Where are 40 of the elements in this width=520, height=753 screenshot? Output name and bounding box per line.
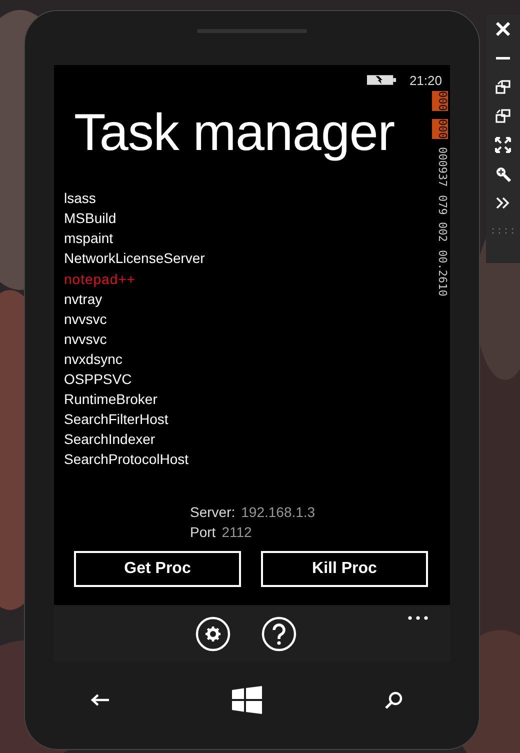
action-button[interactable]: Get Proc <box>74 550 241 586</box>
windows-logo-icon[interactable] <box>232 686 262 714</box>
page-title: Task manager <box>74 105 396 162</box>
process-item[interactable]: mspaint <box>64 228 432 248</box>
process-item[interactable]: RuntimeBroker <box>64 389 432 410</box>
fit-screen-icon[interactable] <box>495 137 511 153</box>
battery-icon <box>366 73 398 87</box>
process-item[interactable]: NetworkLicenseServer <box>64 248 432 269</box>
frame-counter: 002 <box>435 222 448 242</box>
back-icon[interactable] <box>90 692 110 708</box>
frame-counter: 000 <box>432 118 448 139</box>
server-label: Server: <box>190 504 236 520</box>
process-item[interactable]: lsass <box>64 188 432 208</box>
process-item[interactable]: nvvsvc <box>64 328 432 349</box>
status-time: 21:20 <box>409 72 442 88</box>
port-label: Port <box>190 524 216 540</box>
process-item[interactable]: SearchProtocolHost <box>64 449 432 470</box>
process-item[interactable]: nvtray <box>64 288 432 309</box>
more-icon[interactable] <box>408 616 428 620</box>
process-item[interactable]: MSBuild <box>64 208 432 228</box>
process-item[interactable]: nvvsvc <box>64 308 432 329</box>
server-address: 192.168.1.3 <box>241 504 316 520</box>
frame-counter: 00.2610 <box>435 250 448 297</box>
search-icon[interactable] <box>384 690 404 710</box>
settings-icon[interactable] <box>195 616 231 652</box>
frame-counter: 079 <box>435 194 448 214</box>
process-item[interactable]: SearchFilterHost <box>64 409 432 430</box>
zoom-icon[interactable] <box>495 166 511 182</box>
expand-icon[interactable] <box>495 195 511 211</box>
frame-counter: 000 <box>432 91 448 111</box>
help-icon[interactable] <box>261 616 297 652</box>
grip-icon <box>491 228 515 234</box>
process-item[interactable]: nvxdsync <box>64 348 432 370</box>
process-item[interactable]: OSPPSVC <box>64 369 432 390</box>
port-number: 2112 <box>222 524 252 540</box>
action-button[interactable]: Kill Proc <box>261 550 428 586</box>
process-item[interactable]: notepad++ <box>64 268 432 289</box>
frame-counter: 000937 <box>435 146 448 186</box>
close-icon[interactable] <box>495 21 511 37</box>
process-item[interactable]: SearchIndexer <box>64 429 432 450</box>
